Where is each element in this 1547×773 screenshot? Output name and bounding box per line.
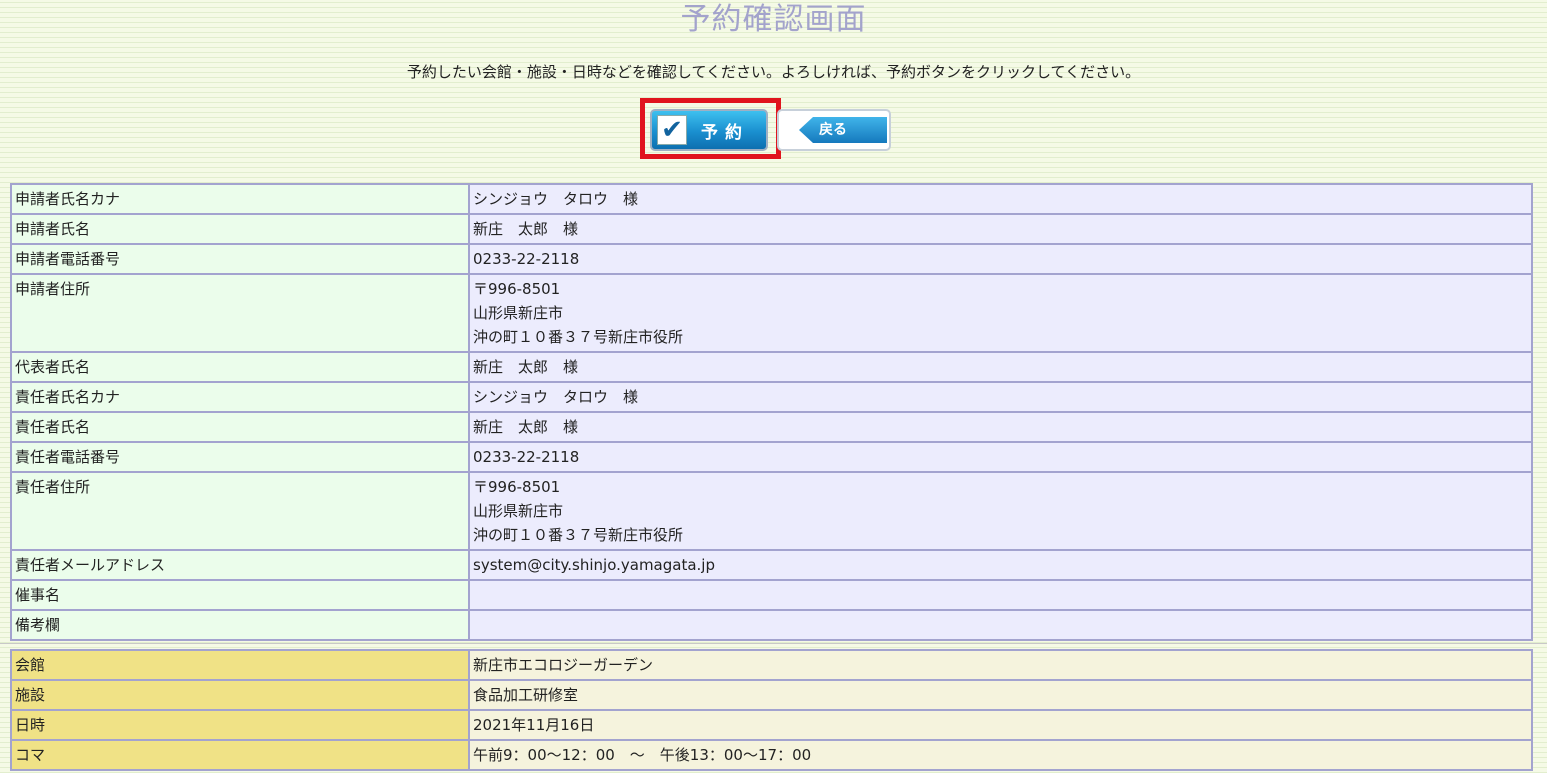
table-row: 会館 新庄市エコロジーガーデン [10, 649, 1533, 681]
row-label: 施設 [10, 679, 470, 711]
row-label: 会館 [10, 649, 470, 681]
row-value [468, 579, 1533, 611]
row-label: 申請者住所 [10, 273, 470, 353]
table-row: 責任者電話番号 0233-22-2118 [10, 441, 1533, 473]
row-value: シンジョウ タロウ 様 [468, 381, 1533, 413]
row-value: 0233-22-2118 [468, 243, 1533, 275]
row-value: 〒996-8501 山形県新庄市 沖の町１０番３７号新庄市役所 [468, 273, 1533, 353]
row-value: シンジョウ タロウ 様 [468, 183, 1533, 215]
table-row: 申請者電話番号 0233-22-2118 [10, 243, 1533, 275]
facility-info-table: 会館 新庄市エコロジーガーデン 施設 食品加工研修室 日時 2021年11月16… [10, 649, 1533, 771]
row-label: 催事名 [10, 579, 470, 611]
table-row: 代表者氏名 新庄 太郎 様 [10, 351, 1533, 383]
row-label: 備考欄 [10, 609, 470, 641]
address-prefecture-city: 山形県新庄市 [473, 304, 564, 322]
row-value: 新庄市エコロジーガーデン [468, 649, 1533, 681]
back-arrow-tag-icon: 戻る [799, 117, 887, 143]
row-value: 午前9：00～12：00 ～ 午後13：00～17：00 [468, 739, 1533, 771]
row-label: 責任者氏名カナ [10, 381, 470, 413]
back-button-label: 戻る [819, 122, 847, 138]
address-street: 沖の町１０番３７号新庄市役所 [473, 328, 684, 346]
page-title: 予約確認画面 [680, 2, 867, 37]
section-divider [0, 643, 1547, 644]
table-row: 施設 食品加工研修室 [10, 679, 1533, 711]
row-value: 新庄 太郎 様 [468, 213, 1533, 245]
row-label: 代表者氏名 [10, 351, 470, 383]
row-label: 責任者電話番号 [10, 441, 470, 473]
row-label: 申請者氏名 [10, 213, 470, 245]
table-row: コマ 午前9：00～12：00 ～ 午後13：00～17：00 [10, 739, 1533, 771]
row-value: 0233-22-2118 [468, 441, 1533, 473]
table-row: 責任者氏名 新庄 太郎 様 [10, 411, 1533, 443]
row-label: 申請者電話番号 [10, 243, 470, 275]
reserve-button[interactable]: ✔ 予約 [650, 109, 768, 151]
applicant-info-table: 申請者氏名カナ シンジョウ タロウ 様 申請者氏名 新庄 太郎 様 申請者電話番… [10, 183, 1533, 641]
address-street: 沖の町１０番３７号新庄市役所 [473, 526, 684, 544]
address-postal-code: 〒996-8501 [473, 478, 561, 496]
row-value: 新庄 太郎 様 [468, 411, 1533, 443]
table-row: 申請者住所 〒996-8501 山形県新庄市 沖の町１０番３７号新庄市役所 [10, 273, 1533, 353]
row-label: 申請者氏名カナ [10, 183, 470, 215]
table-row: 催事名 [10, 579, 1533, 611]
table-row: 申請者氏名カナ シンジョウ タロウ 様 [10, 183, 1533, 215]
row-label: 責任者住所 [10, 471, 470, 551]
row-label: 責任者氏名 [10, 411, 470, 443]
address-postal-code: 〒996-8501 [473, 280, 561, 298]
table-row: 備考欄 [10, 609, 1533, 641]
row-value: 〒996-8501 山形県新庄市 沖の町１０番３７号新庄市役所 [468, 471, 1533, 551]
checkmark-icon: ✔ [657, 115, 687, 145]
row-value: 新庄 太郎 様 [468, 351, 1533, 383]
row-label: コマ [10, 739, 470, 771]
row-value: system@city.shinjo.yamagata.jp [468, 549, 1533, 581]
table-row: 責任者メールアドレス system@city.shinjo.yamagata.j… [10, 549, 1533, 581]
row-label: 日時 [10, 709, 470, 741]
row-value [468, 609, 1533, 641]
address-prefecture-city: 山形県新庄市 [473, 502, 564, 520]
table-row: 申請者氏名 新庄 太郎 様 [10, 213, 1533, 245]
table-row: 日時 2021年11月16日 [10, 709, 1533, 741]
row-value: 2021年11月16日 [468, 709, 1533, 741]
row-value: 食品加工研修室 [468, 679, 1533, 711]
row-label: 責任者メールアドレス [10, 549, 470, 581]
reserve-button-label: 予約 [701, 122, 749, 143]
back-button[interactable]: 戻る [777, 109, 891, 151]
table-row: 責任者氏名カナ シンジョウ タロウ 様 [10, 381, 1533, 413]
instruction-text: 予約したい会館・施設・日時などを確認してください。よろしければ、予約ボタンをクリ… [406, 63, 1141, 81]
table-row: 責任者住所 〒996-8501 山形県新庄市 沖の町１０番３７号新庄市役所 [10, 471, 1533, 551]
